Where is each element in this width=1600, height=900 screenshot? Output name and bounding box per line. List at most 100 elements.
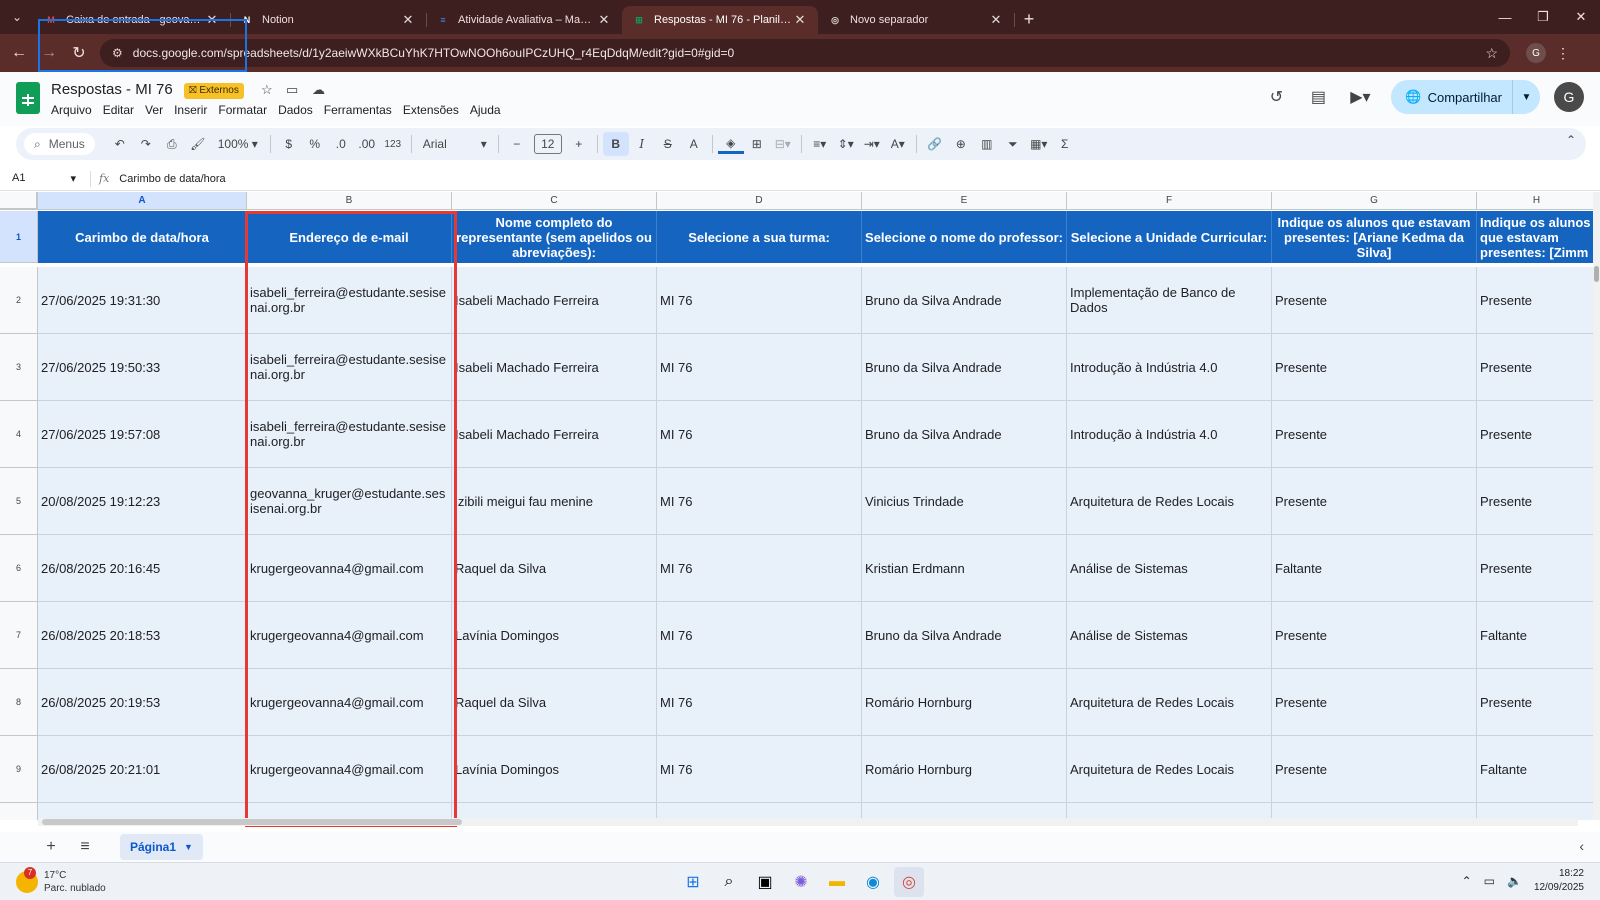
clock[interactable]: 18:22 12/09/2025 bbox=[1534, 867, 1584, 895]
header-cell[interactable]: Carimbo de data/hora bbox=[38, 211, 247, 263]
weather-widget[interactable]: 7 17°C Parc. nublado bbox=[16, 867, 106, 895]
table-cell[interactable]: Raquel da Silva bbox=[452, 535, 657, 602]
browser-tab[interactable]: N Notion ✕ bbox=[230, 6, 427, 34]
add-sheet-button[interactable]: + bbox=[34, 838, 68, 856]
zoom-select[interactable]: 100% ▾ bbox=[211, 132, 265, 156]
table-cell[interactable]: 20/08/2025 19:12:23 bbox=[38, 468, 247, 535]
close-tab-icon[interactable]: ✕ bbox=[204, 12, 220, 28]
percent-format-button[interactable]: % bbox=[302, 132, 328, 156]
menu-item[interactable]: Formatar bbox=[218, 103, 267, 117]
table-cell[interactable]: Presente bbox=[1477, 468, 1593, 535]
menu-item[interactable]: Inserir bbox=[174, 103, 207, 117]
table-cell[interactable]: isabeli_ferreira@estudante.sesisenai.org… bbox=[247, 334, 452, 401]
insert-link-icon[interactable]: 🔗 bbox=[922, 132, 948, 156]
strikethrough-button[interactable]: S bbox=[655, 132, 681, 156]
bold-button[interactable]: B bbox=[602, 132, 629, 156]
table-cell[interactable]: Presente bbox=[1272, 468, 1477, 535]
table-cell[interactable]: Presente bbox=[1477, 334, 1593, 401]
text-wrapping-icon[interactable]: ⇥▾ bbox=[859, 132, 885, 156]
table-cell[interactable]: MI 76 bbox=[657, 468, 862, 535]
table-cell[interactable]: 26/08/2025 20:16:45 bbox=[38, 535, 247, 602]
table-cell[interactable]: Bruno da Silva Andrade bbox=[862, 401, 1067, 468]
insert-chart-icon[interactable]: ▥ bbox=[974, 132, 1000, 156]
search-menus[interactable]: ⌕ Menus bbox=[24, 133, 95, 155]
column-header[interactable]: A bbox=[38, 192, 247, 210]
table-cell[interactable]: Isabeli Machado Ferreira bbox=[452, 267, 657, 334]
browser-menu-icon[interactable]: ⋮ bbox=[1556, 45, 1570, 62]
header-cell[interactable]: Selecione o nome do professor: bbox=[862, 211, 1067, 263]
table-cell[interactable]: Presente bbox=[1477, 267, 1593, 334]
restore-button[interactable]: ❐ bbox=[1524, 0, 1562, 34]
row-header[interactable]: 4 bbox=[0, 401, 38, 468]
scrollbar-thumb[interactable] bbox=[42, 819, 462, 825]
new-tab-button[interactable]: + bbox=[1014, 9, 1044, 30]
menu-item[interactable]: Arquivo bbox=[51, 103, 92, 117]
header-cell[interactable]: Selecione a Unidade Curricular: bbox=[1067, 211, 1272, 263]
browser-tab[interactable]: ⊞ Respostas - MI 76 - Planilhas G✕ bbox=[622, 6, 818, 34]
decrease-font-size-button[interactable]: − bbox=[504, 132, 530, 156]
version-history-icon[interactable]: ↺ bbox=[1259, 80, 1293, 114]
menu-item[interactable]: Editar bbox=[103, 103, 134, 117]
table-cell[interactable]: Implementação de Banco de Dados bbox=[1067, 267, 1272, 334]
text-rotation-icon[interactable]: A▾ bbox=[885, 132, 911, 156]
table-cell[interactable]: 26/08/2025 20:19:53 bbox=[38, 669, 247, 736]
copilot-icon[interactable]: ✺ bbox=[786, 867, 816, 897]
document-title[interactable]: Respostas - MI 76 bbox=[51, 81, 173, 98]
table-cell[interactable]: Faltante bbox=[1477, 602, 1593, 669]
table-cell[interactable]: Isabeli Machado Ferreira bbox=[452, 334, 657, 401]
row-header[interactable]: 1 bbox=[0, 211, 38, 263]
show-hidden-icons[interactable]: ⌃ bbox=[1462, 874, 1472, 888]
row-header[interactable]: 8 bbox=[0, 669, 38, 736]
table-cell[interactable]: Lavínia Domingos bbox=[452, 602, 657, 669]
table-cell[interactable]: Lavínia Domingos bbox=[452, 736, 657, 803]
table-cell[interactable]: Arquitetura de Redes Locais bbox=[1067, 736, 1272, 803]
all-sheets-button[interactable]: ≡ bbox=[68, 838, 102, 856]
merge-cells-icon[interactable]: ⊟▾ bbox=[770, 132, 796, 156]
table-cell[interactable]: Presente bbox=[1272, 669, 1477, 736]
filter-views-icon[interactable]: ▦▾ bbox=[1026, 132, 1052, 156]
star-icon[interactable]: ☆ bbox=[261, 82, 273, 98]
sheet-tab-pagina1[interactable]: Página1 ▼ bbox=[120, 834, 203, 860]
table-cell[interactable]: Análise de Sistemas bbox=[1067, 602, 1272, 669]
table-cell[interactable]: Bruno da Silva Andrade bbox=[862, 602, 1067, 669]
table-cell[interactable]: Análise de Sistemas bbox=[1067, 535, 1272, 602]
file-explorer-icon[interactable]: ▬ bbox=[822, 867, 852, 897]
header-cell[interactable]: Selecione a sua turma: bbox=[657, 211, 862, 263]
table-cell[interactable]: Bruno da Silva Andrade bbox=[862, 267, 1067, 334]
table-cell[interactable]: MI 76 bbox=[657, 602, 862, 669]
table-cell[interactable]: isabeli_ferreira@estudante.sesisenai.org… bbox=[247, 401, 452, 468]
table-cell[interactable]: Faltante bbox=[1272, 535, 1477, 602]
text-color-button[interactable]: A bbox=[681, 132, 707, 156]
reload-button[interactable]: ↻ bbox=[64, 43, 94, 63]
menu-item[interactable]: Ferramentas bbox=[324, 103, 392, 117]
table-cell[interactable]: Arquitetura de Redes Locais bbox=[1067, 468, 1272, 535]
font-select[interactable]: Arial ▾ bbox=[417, 132, 493, 156]
table-cell[interactable]: Vinicius Trindade bbox=[862, 468, 1067, 535]
task-view-icon[interactable]: ▣ bbox=[750, 867, 780, 897]
borders-icon[interactable]: ⊞ bbox=[744, 132, 770, 156]
tab-search-button[interactable]: ⌄ bbox=[0, 0, 34, 34]
table-cell[interactable]: MI 76 bbox=[657, 669, 862, 736]
share-button[interactable]: 🌐 Compartilhar ▼ bbox=[1391, 80, 1540, 114]
table-cell[interactable]: 26/08/2025 20:21:01 bbox=[38, 736, 247, 803]
column-header[interactable]: F bbox=[1067, 192, 1272, 210]
italic-button[interactable]: I bbox=[629, 132, 655, 156]
header-cell[interactable]: Nome completo do representante (sem apel… bbox=[452, 211, 657, 263]
meet-icon[interactable]: ▶▾ bbox=[1343, 80, 1377, 114]
table-cell[interactable]: 26/08/2025 20:18:53 bbox=[38, 602, 247, 669]
user-avatar[interactable]: G bbox=[1554, 82, 1584, 112]
table-cell[interactable]: geovanna_kruger@estudante.sesisenai.org.… bbox=[247, 468, 452, 535]
table-cell[interactable]: MI 76 bbox=[657, 736, 862, 803]
table-cell[interactable]: Isabeli Machado Ferreira bbox=[452, 401, 657, 468]
table-cell[interactable]: 27/06/2025 19:57:08 bbox=[38, 401, 247, 468]
close-window-button[interactable]: ✕ bbox=[1562, 0, 1600, 34]
table-cell[interactable]: Arquitetura de Redes Locais bbox=[1067, 669, 1272, 736]
address-bar[interactable]: ⚙ docs.google.com/spreadsheets/d/1y2aeiw… bbox=[100, 39, 1510, 67]
table-cell[interactable]: Presente bbox=[1477, 401, 1593, 468]
row-header[interactable]: 5 bbox=[0, 468, 38, 535]
row-header[interactable]: 3 bbox=[0, 334, 38, 401]
table-cell[interactable]: Faltante bbox=[1477, 736, 1593, 803]
close-tab-icon[interactable]: ✕ bbox=[400, 12, 416, 28]
table-cell[interactable]: MI 76 bbox=[657, 535, 862, 602]
table-cell[interactable]: Raquel da Silva bbox=[452, 669, 657, 736]
